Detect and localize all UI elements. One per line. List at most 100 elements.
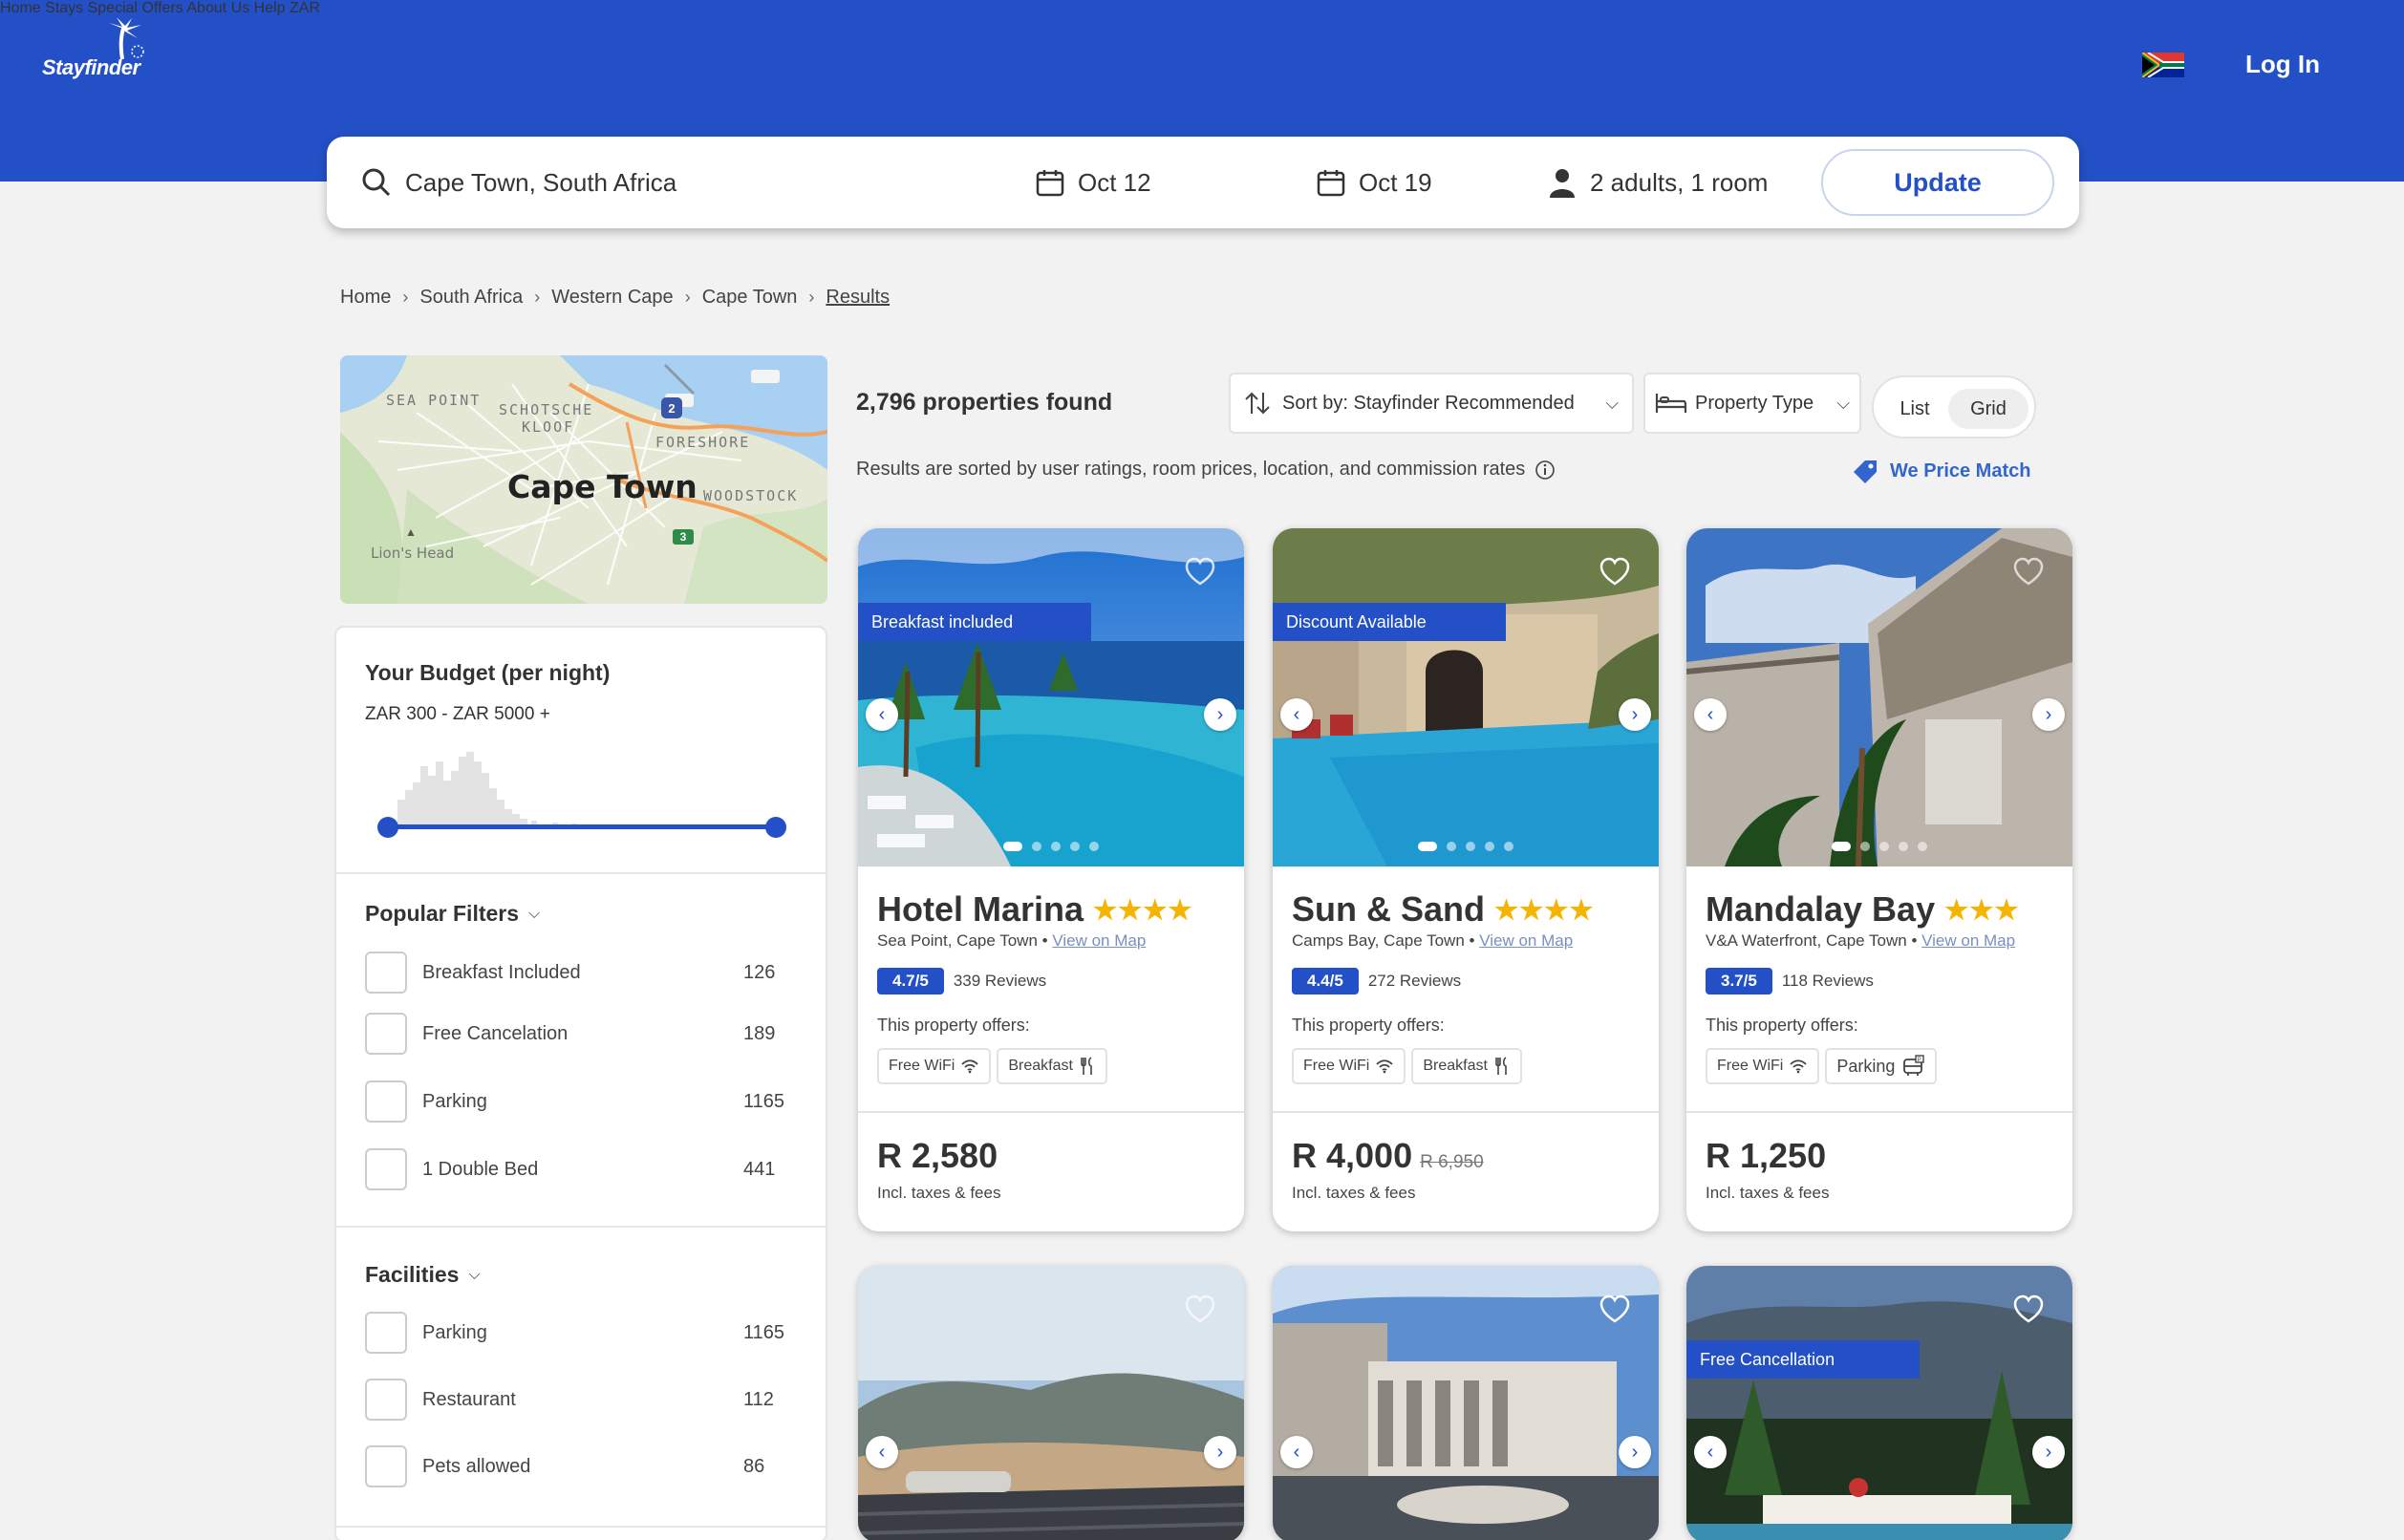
filter-breakfast-included[interactable]: Breakfast Included 126 [365,952,785,994]
sort-dropdown[interactable]: Sort by: Stayfinder Recommended ⌵ [1229,373,1634,434]
next-photo-button[interactable]: › [1204,698,1236,731]
south-africa-flag-icon[interactable] [2142,53,2184,77]
view-grid-button[interactable]: Grid [1948,389,2028,429]
breadcrumb-home[interactable]: Home [340,287,391,309]
location-text: V&A Waterfront, Cape Town [1706,931,1907,950]
carousel-dot[interactable] [1447,842,1456,851]
info-icon[interactable] [1535,460,1556,481]
checkout-date-field[interactable]: Oct 19 [1317,137,1432,228]
carousel-dot[interactable] [1089,842,1099,851]
carousel-dot[interactable] [1003,842,1022,851]
prev-photo-button[interactable]: ‹ [1280,1436,1313,1468]
facilities-toggle[interactable]: Facilities ⌵ [365,1262,481,1288]
view-on-map-link[interactable]: View on Map [1052,931,1146,950]
heart-icon[interactable] [2011,555,2046,589]
carousel-dot[interactable] [1466,842,1475,851]
amenity-label: Free WiFi [1717,1058,1784,1074]
update-button[interactable]: Update [1821,149,2054,216]
breadcrumb-cape-town[interactable]: Cape Town [702,287,798,309]
carousel-dot[interactable] [1504,842,1513,851]
hotel-card[interactable]: ‹ › Mandalay Bay ★★★ V&A Waterfront, Cape… [1686,528,2072,1231]
next-photo-button[interactable]: › [1619,1436,1651,1468]
heart-icon[interactable] [1598,555,1632,589]
reviews-link[interactable]: 339 Reviews [954,972,1046,991]
checkbox[interactable] [365,1379,407,1421]
property-type-dropdown[interactable]: Property Type ⌵ [1643,373,1861,434]
checkbox[interactable] [365,1445,407,1487]
hotel-name[interactable]: Hotel Marina ★★★★ [877,889,1192,930]
budget-slider-track[interactable] [388,824,776,829]
stayfinder-logo[interactable]: Stayfinder [42,17,166,84]
hotel-card[interactable]: ‹ › [1273,1266,1659,1540]
checkbox[interactable] [365,1148,407,1190]
carousel-dot[interactable] [1879,842,1889,851]
carousel-dot[interactable] [1032,842,1041,851]
facility-pets-allowed[interactable]: Pets allowed 86 [365,1445,785,1487]
breadcrumb-results[interactable]: Results [826,287,890,309]
checkin-value: Oct 12 [1078,167,1151,197]
carousel-dot[interactable] [1051,842,1061,851]
destination-field[interactable]: Cape Town, South Africa [361,137,676,228]
budget-min-handle[interactable] [377,817,398,838]
nav-home[interactable]: Home [0,0,41,16]
prev-photo-button[interactable]: ‹ [866,1436,898,1468]
next-photo-button[interactable]: › [2032,698,2065,731]
checkbox[interactable] [365,952,407,994]
hotel-name[interactable]: Sun & Sand ★★★★ [1292,889,1594,930]
hotel-card[interactable]: Discount Available ‹ › Sun & Sand ★★★★ Ca… [1273,528,1659,1231]
hotel-card[interactable]: Breakfast included ‹ › Hotel Marina ★★★★ … [858,528,1244,1231]
nav-about-us[interactable]: About Us [186,0,249,16]
carousel-dot[interactable] [1485,842,1494,851]
reviews-link[interactable]: 118 Reviews [1782,972,1874,991]
prev-photo-button[interactable]: ‹ [1694,698,1727,731]
budget-max-handle[interactable] [765,817,786,838]
nav-special-offers[interactable]: Special Offers [88,0,183,16]
carousel-dot[interactable] [1832,842,1851,851]
breadcrumb-western-cape[interactable]: Western Cape [551,287,673,309]
next-photo-button[interactable]: › [1204,1436,1236,1468]
guests-field[interactable]: 2 adults, 1 room [1548,137,1768,228]
currency-selector[interactable]: ZAR [290,0,320,16]
prev-photo-button[interactable]: ‹ [1280,698,1313,731]
popular-filters-toggle[interactable]: Popular Filters ⌵ [365,901,540,927]
badge: Breakfast included [858,603,1091,641]
hotel-card[interactable]: Free Cancellation ‹ › [1686,1266,2072,1540]
breadcrumb-south-africa[interactable]: South Africa [419,287,523,309]
filter-free-cancelation[interactable]: Free Cancelation 189 [365,1013,785,1055]
chevron-left-icon: ‹ [878,1441,886,1463]
hotel-name[interactable]: Mandalay Bay ★★★ [1706,889,2019,930]
filter-parking[interactable]: Parking 1165 [365,1080,785,1123]
next-photo-button[interactable]: › [1619,698,1651,731]
carousel-dot[interactable] [1918,842,1927,851]
hotel-card[interactable]: ‹ › [858,1266,1244,1540]
facility-restaurant[interactable]: Restaurant 112 [365,1379,785,1421]
prev-photo-button[interactable]: ‹ [1694,1436,1727,1468]
checkbox[interactable] [365,1312,407,1354]
carousel-dot[interactable] [1418,842,1437,851]
checkbox[interactable] [365,1013,407,1055]
login-link[interactable]: Log In [2245,50,2320,79]
nav-help[interactable]: Help [254,0,286,16]
heart-icon[interactable] [1183,1293,1217,1327]
chevron-down-icon: ⌵ [1605,393,1619,413]
view-on-map-link[interactable]: View on Map [1479,931,1573,950]
person-icon [1550,169,1575,198]
carousel-dot[interactable] [1899,842,1908,851]
view-list-button[interactable]: List [1883,389,1946,429]
carousel-dot[interactable] [1860,842,1870,851]
reviews-link[interactable]: 272 Reviews [1368,972,1461,991]
checkin-date-field[interactable]: Oct 12 [1036,137,1151,228]
carousel-dot[interactable] [1070,842,1080,851]
next-photo-button[interactable]: › [2032,1436,2065,1468]
filter-double-bed[interactable]: 1 Double Bed 441 [365,1148,785,1190]
checkbox[interactable] [365,1080,407,1123]
heart-icon[interactable] [2011,1293,2046,1327]
view-on-map-link[interactable]: View on Map [1921,931,2015,950]
map-preview[interactable]: SEA POINT SCHOTSCHE KLOOF FORESHORE WOOD… [340,355,827,604]
price-match-link[interactable]: We Price Match [1852,459,2030,483]
heart-icon[interactable] [1598,1293,1632,1327]
heart-icon[interactable] [1183,555,1217,589]
prev-photo-button[interactable]: ‹ [866,698,898,731]
facility-parking[interactable]: Parking 1165 [365,1312,785,1354]
nav-stays[interactable]: Stays [45,0,83,16]
